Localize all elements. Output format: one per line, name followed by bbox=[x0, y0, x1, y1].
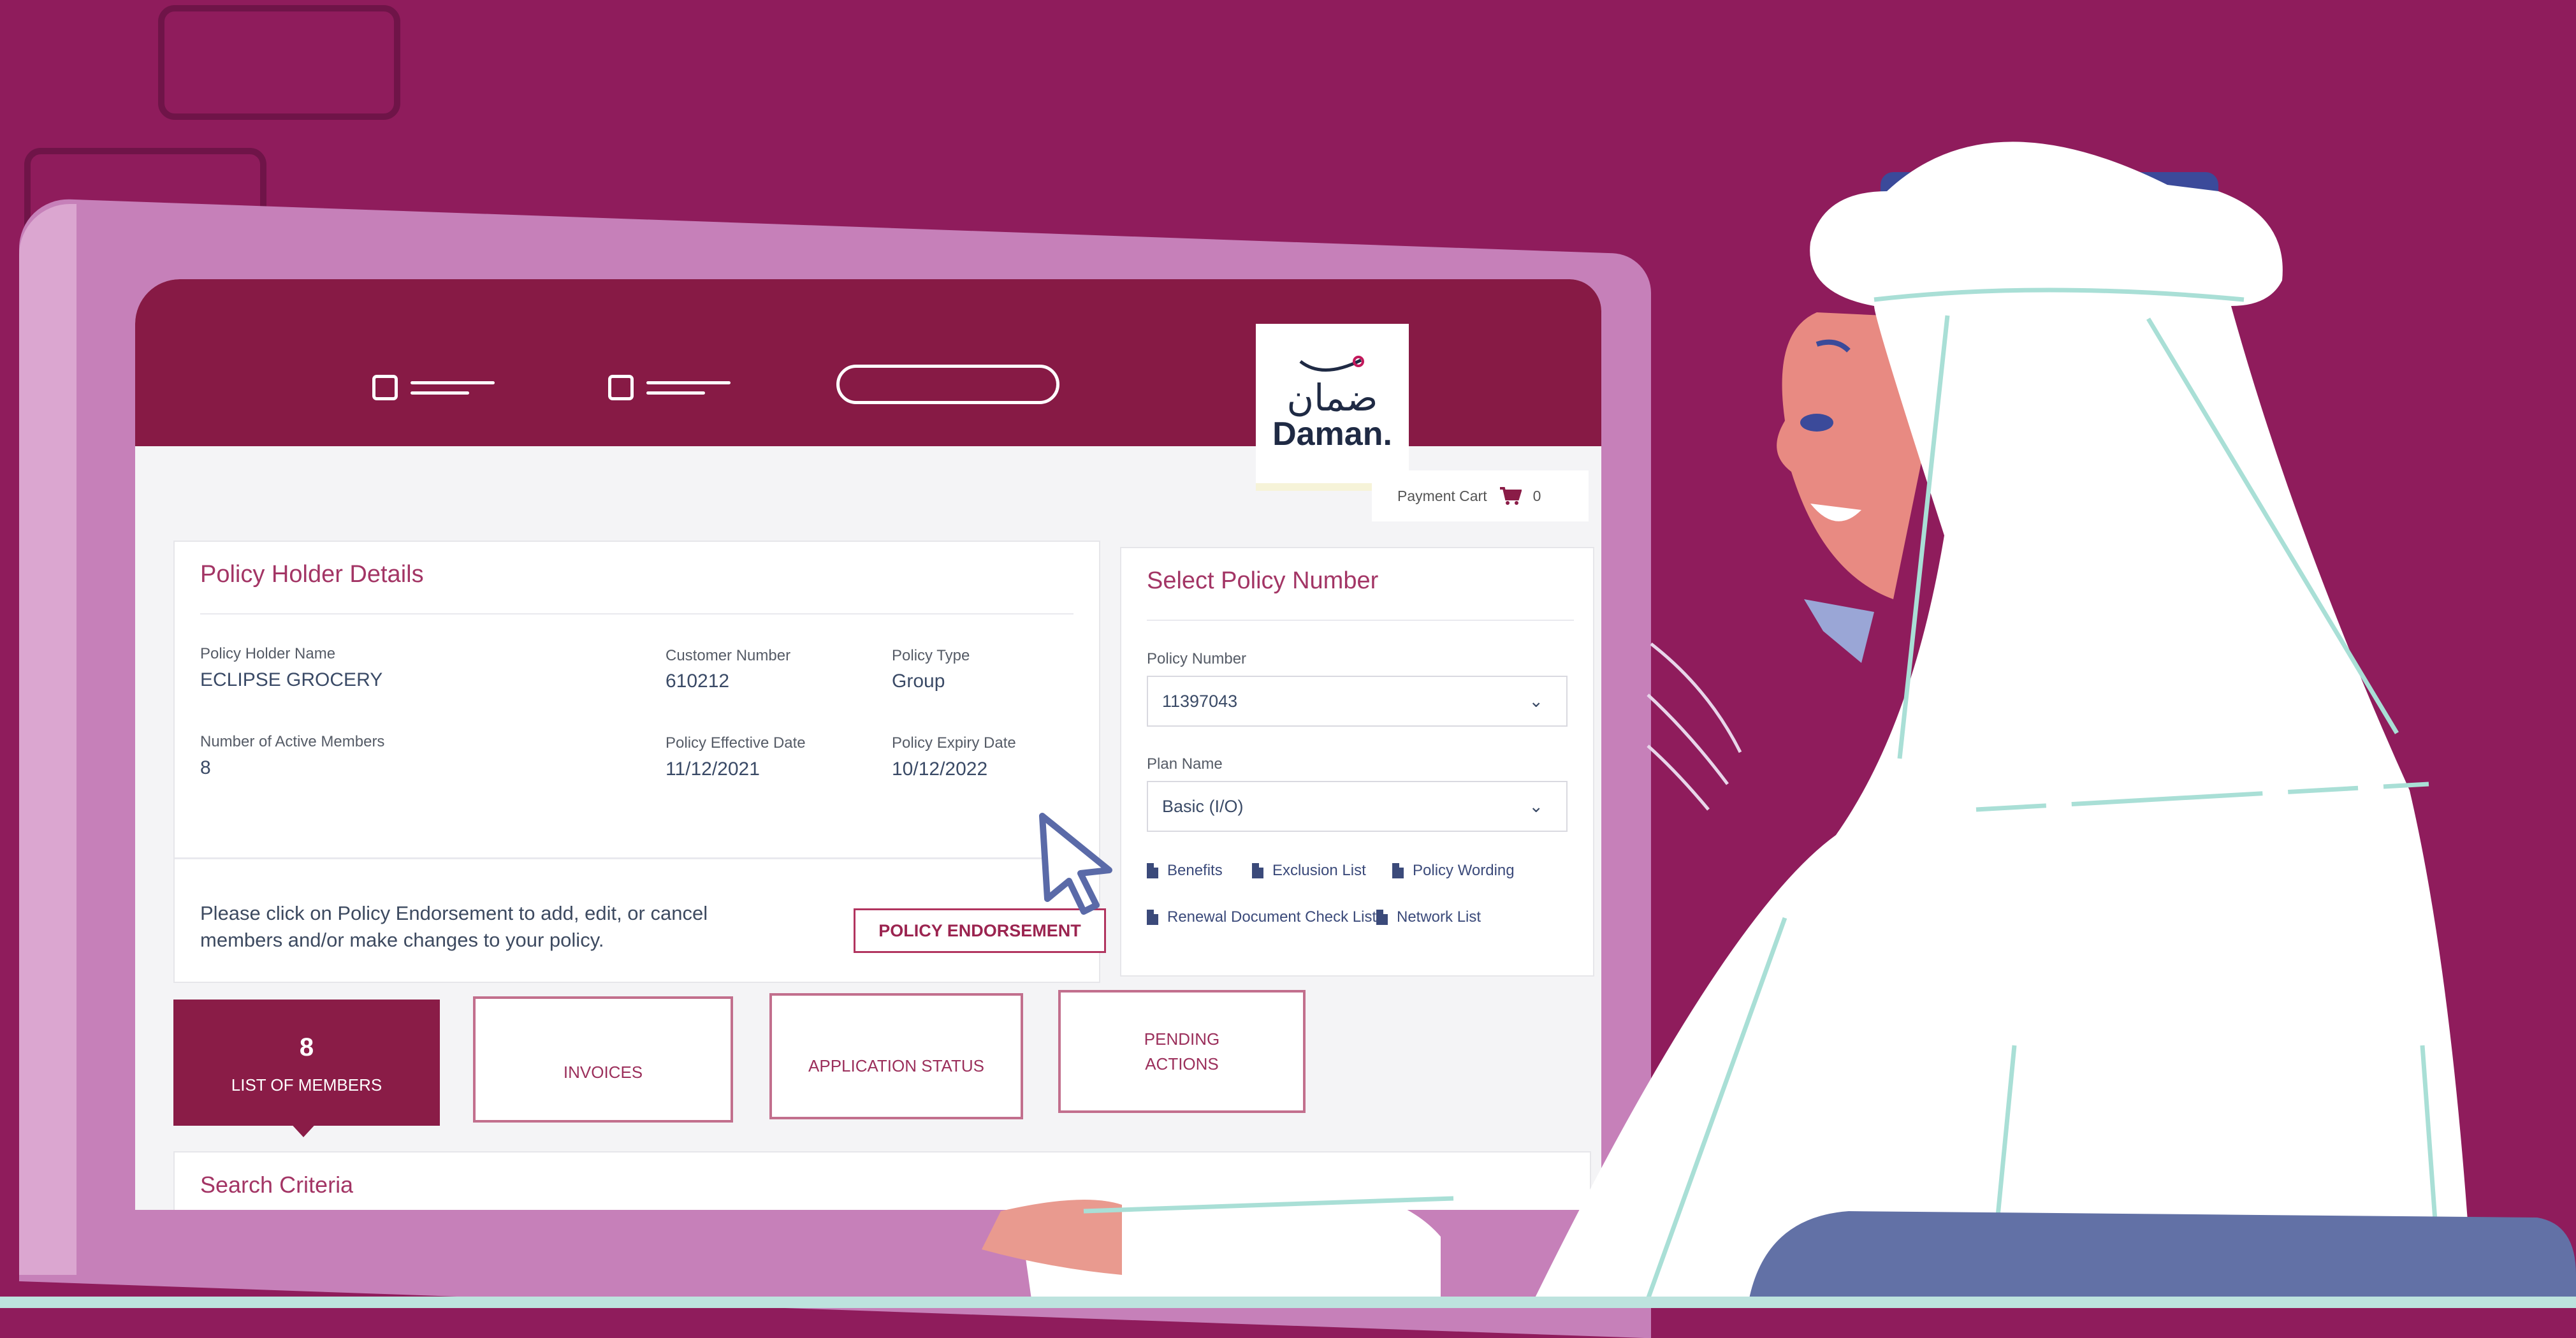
members-count: 8 bbox=[299, 1033, 314, 1061]
active-members-value: 8 bbox=[200, 757, 211, 778]
active-members-label: Number of Active Members bbox=[200, 733, 385, 750]
customer-number-label: Customer Number bbox=[666, 647, 791, 664]
nav-checkbox-icon[interactable] bbox=[608, 375, 634, 400]
policy-holder-name-value: ECLIPSE GROCERY bbox=[200, 669, 383, 690]
nav-item-placeholder bbox=[646, 391, 705, 395]
floor-strip bbox=[0, 1297, 2576, 1308]
effective-date-label: Policy Effective Date bbox=[666, 734, 806, 752]
policy-type-value: Group bbox=[892, 671, 945, 692]
invoices-tab-label: INVOICES bbox=[563, 1062, 643, 1082]
policy-holder-name-label: Policy Holder Name bbox=[200, 645, 336, 662]
tab-list-of-members[interactable]: 8 LIST OF MEMBERS bbox=[173, 1000, 440, 1126]
background-decoration bbox=[158, 5, 400, 120]
tab-invoices[interactable]: INVOICES bbox=[473, 996, 733, 1123]
members-tab-label: LIST OF MEMBERS bbox=[231, 1075, 382, 1094]
monitor-edge bbox=[19, 204, 76, 1275]
nav-item-placeholder bbox=[411, 381, 495, 384]
active-tab-pointer bbox=[288, 1121, 319, 1137]
nav-item-placeholder bbox=[646, 381, 731, 384]
divider bbox=[200, 613, 1073, 614]
person-illustration bbox=[982, 142, 2576, 1308]
customer-number-value: 610212 bbox=[666, 671, 730, 692]
nav-item-placeholder bbox=[411, 391, 469, 395]
endorsement-instructions: Please click on Policy Endorsement to ad… bbox=[200, 902, 708, 951]
policy-holder-title: Policy Holder Details bbox=[200, 561, 424, 588]
nav-checkbox-icon[interactable] bbox=[372, 375, 398, 400]
search-criteria-title: Search Criteria bbox=[200, 1172, 354, 1198]
effective-date-value: 11/12/2021 bbox=[666, 759, 760, 780]
